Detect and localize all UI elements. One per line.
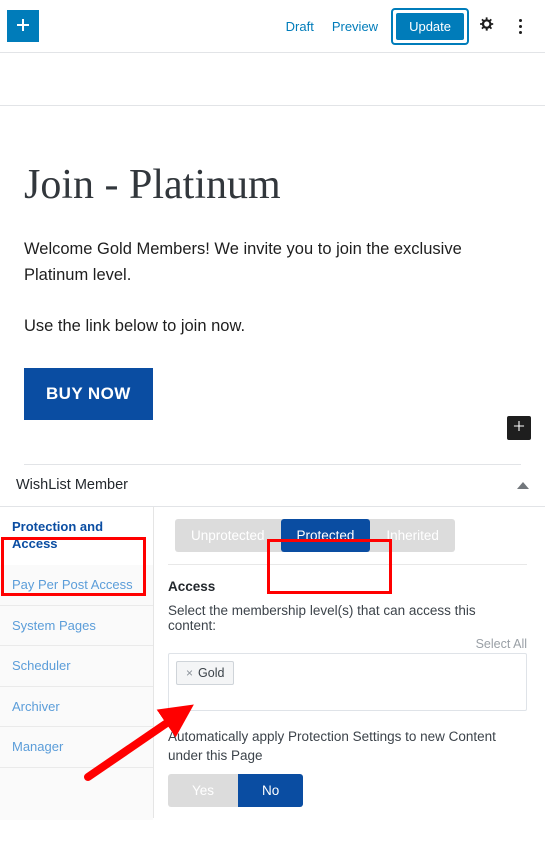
auto-apply-yes-button[interactable]: Yes	[168, 774, 239, 807]
update-button[interactable]: Update	[396, 12, 464, 40]
select-all-link[interactable]: Select All	[168, 637, 527, 651]
sidebar-item-pay-per-post-access[interactable]: Pay Per Post Access	[0, 565, 153, 606]
buy-now-button[interactable]: BUY NOW	[24, 367, 153, 420]
sidebar-item-archiver[interactable]: Archiver	[0, 687, 153, 728]
auto-apply-toggle: Yes No	[168, 774, 304, 807]
content-divider	[24, 463, 521, 465]
post-title[interactable]: Join - Platinum	[24, 106, 521, 208]
wishlist-member-panel: Protection and Access Pay Per Post Acces…	[0, 506, 545, 820]
more-options-button[interactable]	[503, 9, 537, 43]
level-tag-gold[interactable]: × Gold	[176, 660, 235, 685]
update-button-focus-ring: Update	[391, 7, 469, 45]
save-draft-button[interactable]: Draft	[277, 19, 323, 34]
sidebar-item-system-pages[interactable]: System Pages	[0, 606, 153, 647]
settings-button[interactable]	[469, 9, 503, 43]
toolbar-actions: Draft Preview Update	[277, 7, 545, 45]
wlm-main-content: Unprotected Protected Inherited Access S…	[154, 507, 545, 818]
sidebar-item-scheduler[interactable]: Scheduler	[0, 646, 153, 687]
post-content-area: Join - Platinum Welcome Gold Members! We…	[0, 106, 545, 465]
metabox-title: WishList Member	[16, 477, 128, 494]
wishlist-member-metabox-header[interactable]: WishList Member	[0, 465, 545, 507]
section-divider	[168, 563, 527, 565]
level-tag-label: Gold	[198, 665, 225, 680]
preview-button[interactable]: Preview	[323, 19, 387, 34]
auto-apply-label: Automatically apply Protection Settings …	[168, 728, 496, 764]
editor-screen: Draft Preview Update Join - Platinum Wel…	[0, 0, 545, 842]
plus-icon	[512, 419, 526, 438]
protection-status-tabs: Unprotected Protected Inherited	[175, 518, 455, 552]
post-paragraph-2[interactable]: Use the link below to join now.	[24, 314, 504, 340]
tab-inherited[interactable]: Inherited	[370, 519, 455, 552]
auto-apply-no-button[interactable]: No	[238, 774, 304, 807]
access-heading: Access	[168, 578, 216, 594]
wlm-sidebar: Protection and Access Pay Per Post Acces…	[0, 506, 154, 820]
editor-toolbar: Draft Preview Update	[0, 0, 545, 53]
tab-protected[interactable]: Protected	[280, 518, 371, 552]
membership-levels-input[interactable]: × Gold	[168, 652, 527, 711]
block-inserter-button[interactable]	[507, 416, 531, 440]
chevron-up-icon[interactable]	[517, 481, 529, 489]
vertical-ellipsis-icon	[518, 18, 522, 34]
plus-icon	[14, 17, 32, 35]
sidebar-filler	[0, 767, 153, 820]
access-instruction: Select the membership level(s) that can …	[168, 602, 476, 633]
add-block-button[interactable]	[7, 10, 39, 42]
gear-icon	[477, 15, 495, 38]
tab-unprotected[interactable]: Unprotected	[175, 519, 281, 552]
post-paragraph-1[interactable]: Welcome Gold Members! We invite you to j…	[24, 237, 504, 288]
sidebar-item-manager[interactable]: Manager	[0, 727, 153, 768]
sidebar-item-protection-and-access[interactable]: Protection and Access	[0, 506, 153, 565]
remove-level-icon[interactable]: ×	[186, 666, 193, 680]
block-toolbar-bar	[0, 53, 545, 106]
